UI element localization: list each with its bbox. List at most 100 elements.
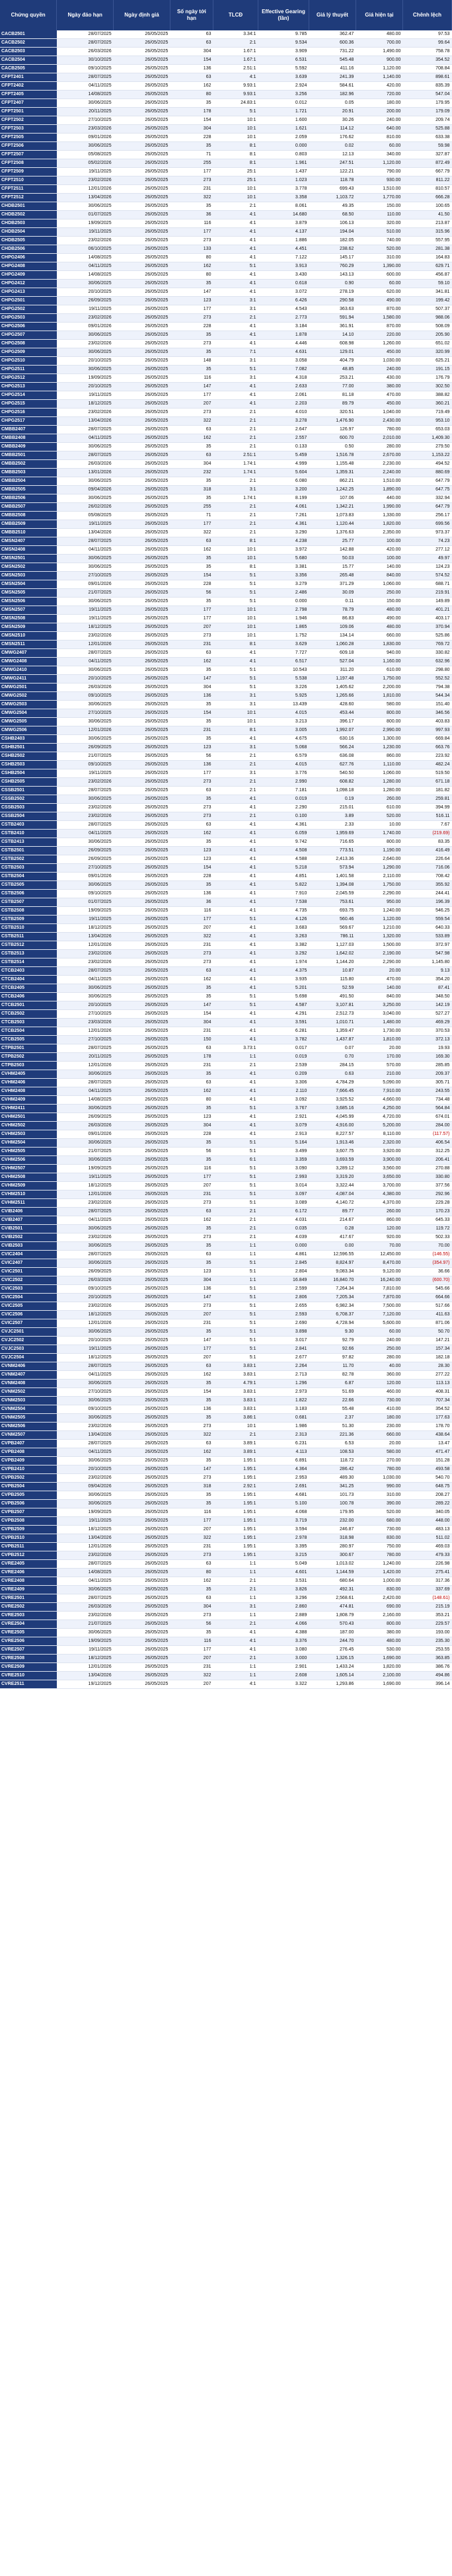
cell-col-theoretical-price: 318.98 bbox=[309, 1534, 356, 1543]
cell-col-theoretical-price: 51.69 bbox=[309, 1387, 356, 1397]
cell-col-maturity-date: 04/11/2025 bbox=[56, 1577, 114, 1586]
cell-col-maturity-date: 18/12/2025 bbox=[56, 1353, 114, 1362]
cell-col-current-price: 660.00 bbox=[356, 1430, 403, 1440]
cell-col-effective-gearing: 0.618 bbox=[258, 279, 309, 288]
cell-col-warrant: CVPB2507 bbox=[0, 1508, 57, 1517]
cell-col-days-to-maturity: 162 bbox=[170, 657, 213, 666]
cell-col-days-to-maturity: 162 bbox=[170, 1216, 213, 1225]
cell-col-warrant: CSTB2509 bbox=[0, 915, 57, 924]
cell-col-warrant: CHPG2506 bbox=[0, 322, 57, 331]
cell-col-conversion-ratio: 1.95:1 bbox=[213, 1499, 258, 1508]
cell-col-maturity-date: 01/07/2025 bbox=[56, 898, 114, 907]
table-row: CVRE2503 23/02/2026 26/05/2025 273 1:1 2.889 1… bbox=[0, 1611, 452, 1620]
cell-col-valuation-date: 26/05/2025 bbox=[113, 734, 170, 744]
cell-col-theoretical-price: 699.43 bbox=[309, 184, 356, 194]
cell-col-warrant: CHPG2512 bbox=[0, 373, 57, 383]
cell-col-valuation-date: 26/05/2025 bbox=[113, 1009, 170, 1019]
cell-col-difference: 469.29 bbox=[402, 1018, 452, 1027]
cell-col-effective-gearing: 4.318 bbox=[258, 373, 309, 383]
cell-col-effective-gearing: 2.633 bbox=[258, 382, 309, 391]
cell-col-days-to-maturity: 162 bbox=[170, 262, 213, 271]
cell-col-conversion-ratio: 2.92:1 bbox=[213, 1482, 258, 1491]
cell-col-warrant: CMBB2407 bbox=[0, 425, 57, 434]
cell-col-difference: 41.50 bbox=[402, 210, 452, 219]
cell-col-days-to-maturity: 63 bbox=[170, 425, 213, 434]
cell-col-theoretical-price: 276.45 bbox=[309, 1645, 356, 1655]
cell-col-valuation-date: 26/05/2025 bbox=[113, 1018, 170, 1027]
cell-col-effective-gearing: 1.986 bbox=[258, 1422, 309, 1431]
cell-col-conversion-ratio: 4:1 bbox=[213, 1009, 258, 1019]
cell-col-warrant: CSTB2511 bbox=[0, 932, 57, 941]
cell-col-conversion-ratio: 4:1 bbox=[213, 923, 258, 933]
cell-col-current-price: 480.00 bbox=[356, 605, 403, 615]
cell-col-difference: 363.85 bbox=[402, 1654, 452, 1663]
cell-col-maturity-date: 30/06/2025 bbox=[56, 98, 114, 108]
cell-col-valuation-date: 26/05/2025 bbox=[113, 399, 170, 409]
cell-col-days-to-maturity: 35 bbox=[170, 1585, 213, 1594]
cell-col-conversion-ratio: 4:1 bbox=[213, 253, 258, 262]
cell-col-theoretical-price: 89.79 bbox=[309, 399, 356, 409]
cell-col-conversion-ratio: 10:1 bbox=[213, 709, 258, 718]
cell-col-current-price: 480.00 bbox=[356, 623, 403, 632]
cell-col-maturity-date: 09/10/2025 bbox=[56, 1405, 114, 1414]
cell-col-valuation-date: 26/05/2025 bbox=[113, 253, 170, 262]
cell-col-warrant: CHPG2511 bbox=[0, 365, 57, 374]
cell-col-current-price: 660.00 bbox=[356, 631, 403, 641]
cell-col-maturity-date: 04/11/2025 bbox=[56, 1448, 114, 1457]
cell-col-days-to-maturity: 304 bbox=[170, 683, 213, 692]
cell-col-effective-gearing: 4.543 bbox=[258, 305, 309, 314]
cell-col-current-price: 2,230.00 bbox=[356, 459, 403, 469]
cell-col-days-to-maturity: 177 bbox=[170, 1645, 213, 1655]
table-row: CMSN2506 30/06/2025 26/05/2025 35 5:1 0.000 0.… bbox=[0, 597, 452, 606]
cell-col-conversion-ratio: 5:1 bbox=[213, 588, 258, 598]
cell-col-difference: 256.17 bbox=[402, 511, 452, 520]
cell-col-warrant: CVNM2408 bbox=[0, 1379, 57, 1388]
cell-col-difference: 525.88 bbox=[402, 124, 452, 134]
cell-col-warrant: CMBB2503 bbox=[0, 468, 57, 477]
cell-col-conversion-ratio: 4:1 bbox=[213, 855, 258, 864]
cell-col-effective-gearing: 4.061 bbox=[258, 502, 309, 512]
cell-col-days-to-maturity: 162 bbox=[170, 975, 213, 984]
cell-col-difference: 213.87 bbox=[402, 219, 452, 228]
cell-col-maturity-date: 28/07/2025 bbox=[56, 966, 114, 976]
cell-col-effective-gearing: 9.534 bbox=[258, 38, 309, 48]
cell-col-conversion-ratio: 5:1 bbox=[213, 1138, 258, 1148]
cell-col-warrant: CFPT2511 bbox=[0, 184, 57, 194]
cell-col-current-price: 120.00 bbox=[356, 1224, 403, 1233]
cell-col-valuation-date: 26/05/2025 bbox=[113, 511, 170, 520]
cell-col-days-to-maturity: 207 bbox=[170, 1525, 213, 1534]
cell-col-conversion-ratio: 1:1 bbox=[213, 1276, 258, 1285]
cell-col-valuation-date: 26/05/2025 bbox=[113, 193, 170, 202]
table-row: CVNM2503 30/06/2025 26/05/2025 35 3.83:1 1.82… bbox=[0, 1396, 452, 1405]
cell-col-current-price: 750.00 bbox=[356, 1542, 403, 1551]
cell-col-current-price: 220.00 bbox=[356, 331, 403, 340]
cell-col-current-price: 9,120.00 bbox=[356, 1267, 403, 1276]
cell-col-days-to-maturity: 231 bbox=[170, 1662, 213, 1672]
cell-col-valuation-date: 26/05/2025 bbox=[113, 1645, 170, 1655]
cell-col-effective-gearing: 1.886 bbox=[258, 236, 309, 245]
cell-col-difference: 19.93 bbox=[402, 1044, 452, 1053]
cell-col-difference: 525.86 bbox=[402, 631, 452, 641]
cell-col-valuation-date: 26/05/2025 bbox=[113, 1233, 170, 1242]
table-row: CMBB2409 30/06/2025 26/05/2025 35 2:1 0.133 0.… bbox=[0, 442, 452, 451]
table-row: CVPB2505 30/06/2025 26/05/2025 35 1.95:1 4.68… bbox=[0, 1491, 452, 1500]
cell-col-conversion-ratio: 2:1 bbox=[213, 1207, 258, 1216]
cell-col-theoretical-price: 115.80 bbox=[309, 975, 356, 984]
cell-col-theoretical-price: 0.19 bbox=[309, 795, 356, 804]
cell-col-conversion-ratio: 1.95:1 bbox=[213, 1542, 258, 1551]
cell-col-valuation-date: 26/05/2025 bbox=[113, 1396, 170, 1405]
cell-col-valuation-date: 26/05/2025 bbox=[113, 760, 170, 769]
cell-col-conversion-ratio: 2:1 bbox=[213, 812, 258, 821]
cell-col-valuation-date: 26/05/2025 bbox=[113, 339, 170, 348]
cell-col-theoretical-price: 411.16 bbox=[309, 64, 356, 73]
cell-col-valuation-date: 26/05/2025 bbox=[113, 1473, 170, 1483]
cell-col-warrant: CTPB2501 bbox=[0, 1044, 57, 1053]
cell-col-effective-gearing: 2.691 bbox=[258, 1482, 309, 1491]
cell-col-days-to-maturity: 35 bbox=[170, 984, 213, 993]
table-row: CVRE2409 30/06/2025 26/05/2025 35 2:1 3.826 49… bbox=[0, 1585, 452, 1594]
cell-col-conversion-ratio: 4:1 bbox=[213, 1645, 258, 1655]
cell-col-conversion-ratio: 3:1 bbox=[213, 769, 258, 778]
cell-col-theoretical-price: 627.76 bbox=[309, 760, 356, 769]
cell-col-valuation-date: 26/05/2025 bbox=[113, 210, 170, 219]
cell-col-difference: 235.30 bbox=[402, 1637, 452, 1646]
